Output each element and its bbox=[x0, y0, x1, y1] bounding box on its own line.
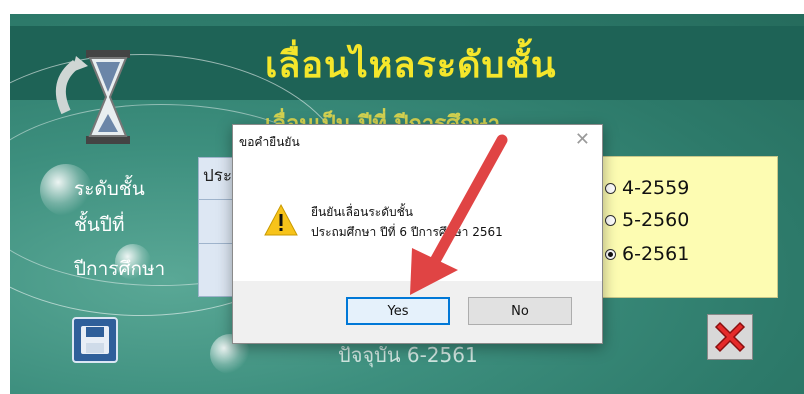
red-x-icon bbox=[714, 321, 746, 353]
year-option-label: 4-2559 bbox=[622, 177, 690, 199]
radio-icon[interactable] bbox=[605, 214, 616, 226]
year-option-6-2561[interactable]: 6-2561 bbox=[605, 243, 689, 265]
level-label: ระดับชั้น bbox=[74, 178, 145, 200]
annotation-arrow-icon bbox=[410, 134, 508, 295]
page-title: เลื่อนไหลระดับชั้น bbox=[265, 45, 557, 86]
exit-button[interactable] bbox=[707, 314, 753, 360]
year-option-label: 5-2560 bbox=[622, 209, 690, 231]
grade-label: ชั้นปีที่ bbox=[74, 214, 125, 236]
radio-icon[interactable] bbox=[605, 182, 616, 194]
dialog-title: ขอคำยืนยัน bbox=[239, 135, 300, 149]
radio-selected-icon[interactable] bbox=[605, 248, 616, 260]
year-option-label: 6-2561 bbox=[622, 243, 690, 265]
year-label: ปีการศึกษา bbox=[74, 258, 166, 280]
level-select-value: ประ bbox=[203, 166, 233, 186]
year-option-box: 4-2559 5-2560 6-2561 bbox=[586, 156, 778, 298]
floppy-disk-icon bbox=[81, 326, 109, 354]
save-button[interactable] bbox=[72, 317, 118, 363]
year-option-4-2559[interactable]: 4-2559 bbox=[605, 177, 689, 199]
close-icon[interactable]: ✕ bbox=[575, 129, 590, 150]
warning-icon bbox=[263, 203, 299, 241]
year-option-5-2560[interactable]: 5-2560 bbox=[605, 209, 689, 231]
hourglass-icon bbox=[46, 42, 142, 152]
